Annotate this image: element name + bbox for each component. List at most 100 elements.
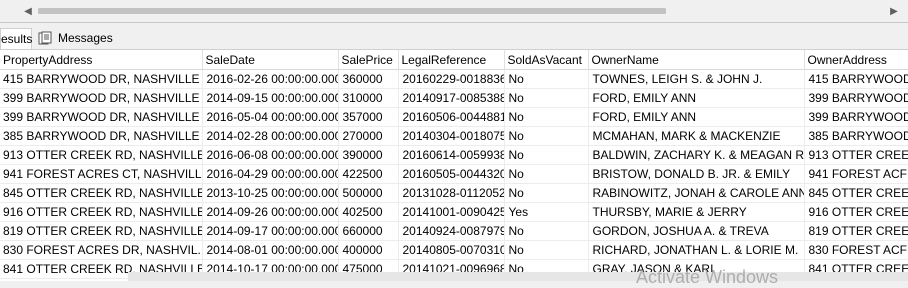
cell-ownername[interactable]: FORD, EMILY ANN <box>588 107 805 127</box>
results-grid[interactable]: PropertyAddress SaleDate SalePrice Legal… <box>0 50 908 281</box>
cell-soldasvacant[interactable]: Yes <box>504 202 589 222</box>
cell-propertyaddress[interactable]: 941 FOREST ACRES CT, NASHVILLE <box>0 164 203 184</box>
cell-saledate[interactable]: 2014-09-26 00:00:00.000 <box>202 202 339 222</box>
header-row: PropertyAddress SaleDate SalePrice Legal… <box>0 50 908 70</box>
results-table: PropertyAddress SaleDate SalePrice Legal… <box>0 50 908 279</box>
cell-owneraddress[interactable]: 399 BARRYWOOD <box>804 107 908 127</box>
cell-saledate[interactable]: 2014-08-01 00:00:00.000 <box>202 240 339 260</box>
cell-saleprice[interactable]: 360000 <box>338 69 399 89</box>
cell-legalreference[interactable]: 20140805-0070310 <box>398 240 505 260</box>
cell-saledate[interactable]: 2014-09-17 00:00:00.000 <box>202 221 339 241</box>
column-header-saledate[interactable]: SaleDate <box>202 50 339 70</box>
cell-saleprice[interactable]: 660000 <box>338 221 399 241</box>
column-header-owneraddress[interactable]: OwnerAddress <box>804 50 908 70</box>
table-row[interactable]: 941 FOREST ACRES CT, NASHVILLE 2016-04-29… <box>0 164 908 184</box>
cell-legalreference[interactable]: 20141001-0090425 <box>398 202 505 222</box>
table-row[interactable]: 845 OTTER CREEK RD, NASHVILLE 2013-10-25 … <box>0 183 908 203</box>
cell-saledate[interactable]: 2014-09-15 00:00:00.000 <box>202 88 339 108</box>
cell-ownername[interactable]: MCMAHAN, MARK & MACKENZIE <box>588 126 805 146</box>
column-header-ownername[interactable]: OwnerName <box>588 50 805 70</box>
cell-soldasvacant[interactable]: No <box>504 164 589 184</box>
cell-saleprice[interactable]: 310000 <box>338 88 399 108</box>
cell-saledate[interactable]: 2016-04-29 00:00:00.000 <box>202 164 339 184</box>
cell-saledate[interactable]: 2016-02-26 00:00:00.000 <box>202 69 339 89</box>
cell-owneraddress[interactable]: 399 BARRYWOOD <box>804 88 908 108</box>
cell-legalreference[interactable]: 20131028-0112052 <box>398 183 505 203</box>
cell-ownername[interactable]: FORD, EMILY ANN <box>588 88 805 108</box>
cell-ownername[interactable]: GORDON, JOSHUA A. & TREVA <box>588 221 805 241</box>
cell-owneraddress[interactable]: 913 OTTER CREE <box>804 145 908 165</box>
bottom-scrollbar[interactable] <box>128 272 908 281</box>
cell-soldasvacant[interactable]: No <box>504 221 589 241</box>
cell-soldasvacant[interactable]: No <box>504 240 589 260</box>
tab-results-label: esults <box>1 32 33 46</box>
cell-owneraddress[interactable]: 941 FOREST ACF <box>804 164 908 184</box>
cell-saleprice[interactable]: 270000 <box>338 126 399 146</box>
column-header-legalreference[interactable]: LegalReference <box>398 50 505 70</box>
cell-saleprice[interactable]: 422500 <box>338 164 399 184</box>
cell-saledate[interactable]: 2013-10-25 00:00:00.000 <box>202 183 339 203</box>
cell-owneraddress[interactable]: 916 OTTER CREE <box>804 202 908 222</box>
scrollbar-thumb[interactable] <box>38 8 666 14</box>
cell-saleprice[interactable]: 390000 <box>338 145 399 165</box>
scroll-right-arrow-icon[interactable]: ▶ <box>888 4 900 18</box>
cell-legalreference[interactable]: 20140924-0087979 <box>398 221 505 241</box>
table-row[interactable]: 819 OTTER CREEK RD, NASHVILLE 2014-09-17 … <box>0 221 908 241</box>
table-row[interactable]: 830 FOREST ACRES DR, NASHVIL... 2014-08-0… <box>0 240 908 260</box>
cell-saleprice[interactable]: 400000 <box>338 240 399 260</box>
cell-ownername[interactable]: BRISTOW, DONALD B. JR. & EMILY <box>588 164 805 184</box>
column-header-propertyaddress[interactable]: PropertyAddress <box>0 50 203 70</box>
table-row[interactable]: 399 BARRYWOOD DR, NASHVILLE 2014-09-15 00… <box>0 88 908 108</box>
table-row[interactable]: 385 BARRYWOOD DR, NASHVILLE 2014-02-28 00… <box>0 126 908 146</box>
tab-results[interactable]: esults <box>0 28 32 49</box>
cell-propertyaddress[interactable]: 819 OTTER CREEK RD, NASHVILLE <box>0 221 203 241</box>
cell-propertyaddress[interactable]: 415 BARRYWOOD DR, NASHVILLE <box>0 69 203 89</box>
cell-ownername[interactable]: TOWNES, LEIGH S. & JOHN J. <box>588 69 805 89</box>
cell-owneraddress[interactable]: 845 OTTER CREE <box>804 183 908 203</box>
cell-ownername[interactable]: THURSBY, MARIE & JERRY <box>588 202 805 222</box>
cell-soldasvacant[interactable]: No <box>504 126 589 146</box>
cell-legalreference[interactable]: 20140304-0018075 <box>398 126 505 146</box>
cell-soldasvacant[interactable]: No <box>504 183 589 203</box>
top-horizontal-scrollbar[interactable]: ◀ ▶ <box>0 0 908 23</box>
table-row[interactable]: 913 OTTER CREEK RD, NASHVILLE 2016-06-08 … <box>0 145 908 165</box>
cell-propertyaddress[interactable]: 845 OTTER CREEK RD, NASHVILLE <box>0 183 203 203</box>
cell-soldasvacant[interactable]: No <box>504 69 589 89</box>
cell-propertyaddress[interactable]: 399 BARRYWOOD DR, NASHVILLE <box>0 88 203 108</box>
cell-owneraddress[interactable]: 385 BARRYWOOD <box>804 126 908 146</box>
cell-propertyaddress[interactable]: 913 OTTER CREEK RD, NASHVILLE <box>0 145 203 165</box>
cell-owneraddress[interactable]: 830 FOREST ACF <box>804 240 908 260</box>
cell-propertyaddress[interactable]: 399 BARRYWOOD DR, NASHVILLE <box>0 107 203 127</box>
cell-saleprice[interactable]: 357000 <box>338 107 399 127</box>
cell-soldasvacant[interactable]: No <box>504 88 589 108</box>
cell-saledate[interactable]: 2016-05-04 00:00:00.000 <box>202 107 339 127</box>
cell-saleprice[interactable]: 402500 <box>338 202 399 222</box>
cell-legalreference[interactable]: 20140917-0085388 <box>398 88 505 108</box>
column-header-saleprice[interactable]: SalePrice <box>338 50 399 70</box>
tab-messages[interactable]: Messages <box>34 28 114 48</box>
cell-legalreference[interactable]: 20160229-0018836 <box>398 69 505 89</box>
cell-saledate[interactable]: 2016-06-08 00:00:00.000 <box>202 145 339 165</box>
cell-soldasvacant[interactable]: No <box>504 145 589 165</box>
table-row[interactable]: 399 BARRYWOOD DR, NASHVILLE 2016-05-04 00… <box>0 107 908 127</box>
cell-ownername[interactable]: RICHARD, JONATHAN L. & LORIE M. <box>588 240 805 260</box>
cell-owneraddress[interactable]: 819 OTTER CREE <box>804 221 908 241</box>
cell-legalreference[interactable]: 20160505-0044320 <box>398 164 505 184</box>
cell-propertyaddress[interactable]: 385 BARRYWOOD DR, NASHVILLE <box>0 126 203 146</box>
cell-ownername[interactable]: RABINOWITZ, JONAH & CAROLE ANNE <box>588 183 805 203</box>
cell-saledate[interactable]: 2014-02-28 00:00:00.000 <box>202 126 339 146</box>
cell-propertyaddress[interactable]: 830 FOREST ACRES DR, NASHVIL... <box>0 240 203 260</box>
cell-soldasvacant[interactable]: No <box>504 107 589 127</box>
result-tabs: esults Messages <box>0 26 908 50</box>
cell-owneraddress[interactable]: 415 BARRYWOOD <box>804 69 908 89</box>
cell-saleprice[interactable]: 500000 <box>338 183 399 203</box>
cell-propertyaddress[interactable]: 916 OTTER CREEK RD, NASHVILLE <box>0 202 203 222</box>
activation-watermark: Activate Windows <box>636 267 779 287</box>
table-row[interactable]: 415 BARRYWOOD DR, NASHVILLE 2016-02-26 00… <box>0 69 908 89</box>
cell-legalreference[interactable]: 20160506-0044881 <box>398 107 505 127</box>
cell-ownername[interactable]: BALDWIN, ZACHARY K. & MEAGAN R. <box>588 145 805 165</box>
column-header-soldasvacant[interactable]: SoldAsVacant <box>504 50 589 70</box>
cell-legalreference[interactable]: 20160614-0059938 <box>398 145 505 165</box>
table-row[interactable]: 916 OTTER CREEK RD, NASHVILLE 2014-09-26 … <box>0 202 908 222</box>
scroll-left-arrow-icon[interactable]: ◀ <box>22 4 34 18</box>
